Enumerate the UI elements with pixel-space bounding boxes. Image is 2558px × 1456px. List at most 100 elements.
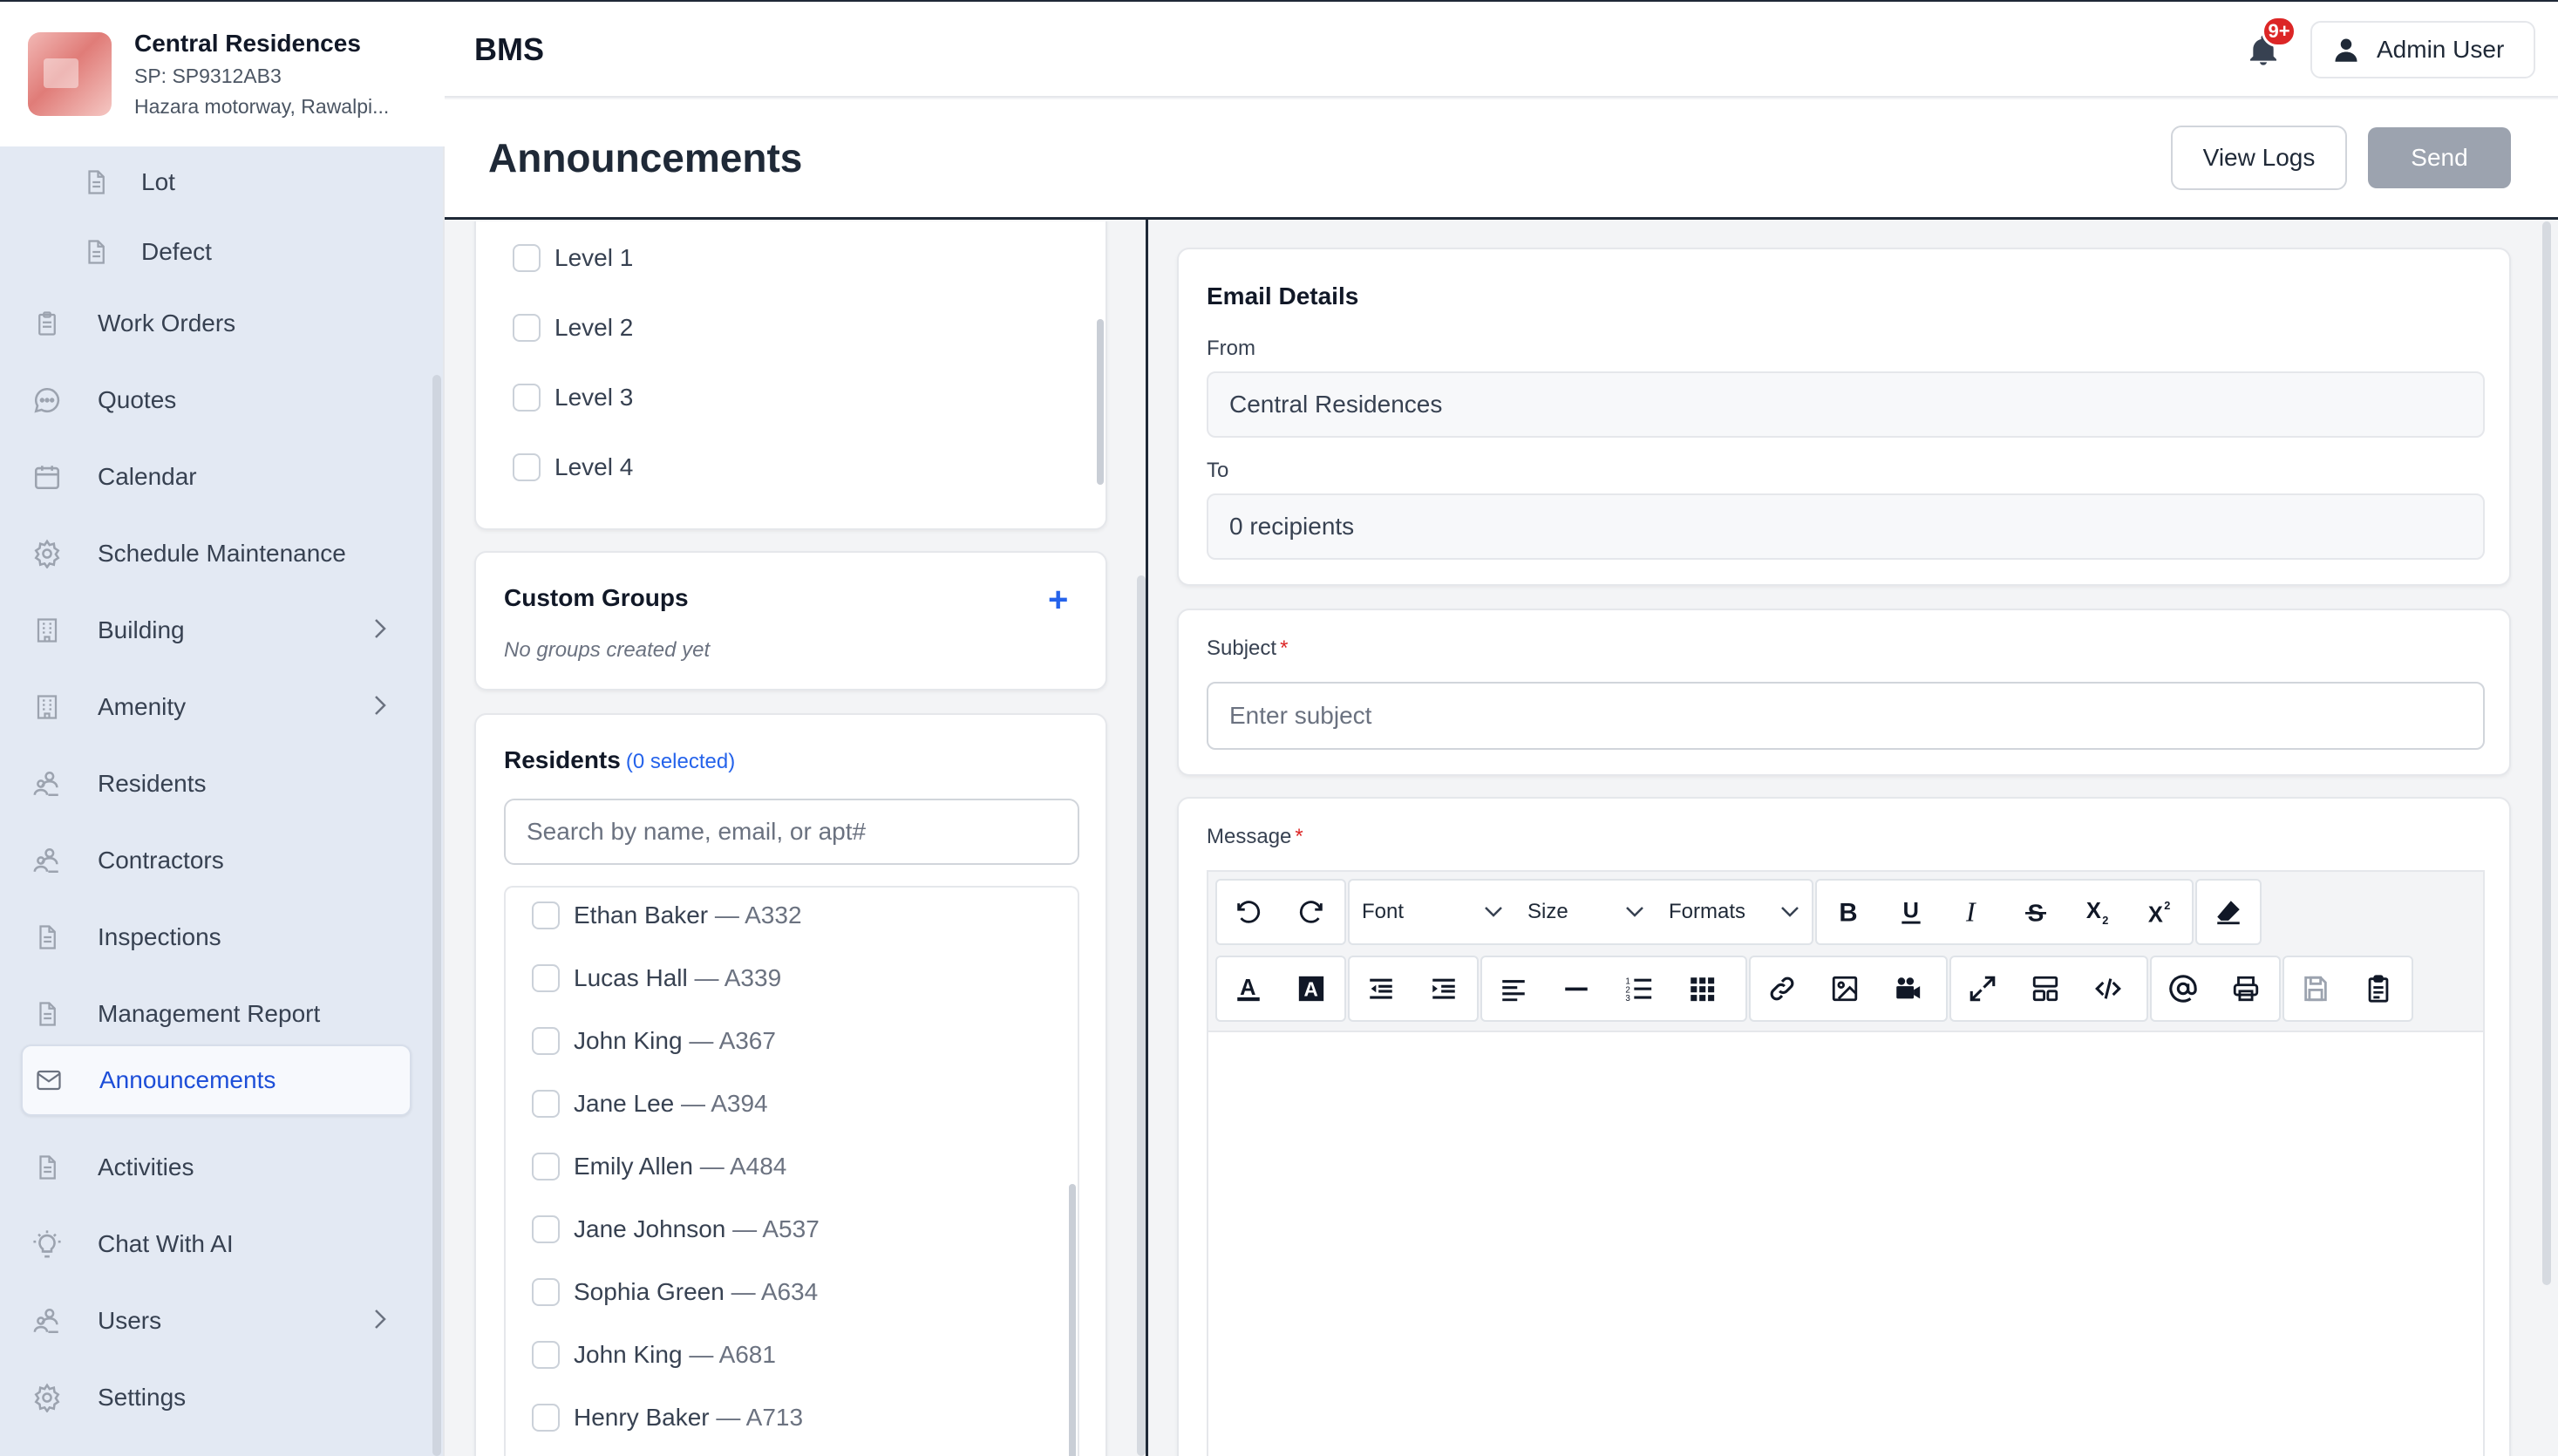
background-color-icon[interactable]: A bbox=[1280, 957, 1343, 1020]
resident-list-item[interactable]: John King — A681 bbox=[532, 1337, 776, 1372]
level-checkbox-row[interactable]: Level 1 bbox=[513, 241, 633, 276]
underline-icon[interactable]: U bbox=[1880, 881, 1942, 943]
bold-icon[interactable]: B bbox=[1817, 881, 1880, 943]
chevron-right-icon bbox=[373, 1307, 387, 1331]
user-menu-button[interactable]: Admin User bbox=[2310, 21, 2535, 78]
sidebar-scrollbar[interactable] bbox=[432, 375, 441, 1456]
subject-card: Subject * bbox=[1177, 609, 2511, 776]
sidebar-item-chat-with-ai[interactable]: Chat With AI bbox=[21, 1208, 412, 1280]
right-column-scrollbar[interactable] bbox=[2542, 221, 2551, 1285]
resident-list-item[interactable]: John King — A367 bbox=[532, 1024, 776, 1058]
svg-text:X: X bbox=[2085, 899, 2100, 923]
sidebar-item-users[interactable]: Users bbox=[21, 1285, 412, 1357]
message-body-editor[interactable] bbox=[1208, 1034, 2483, 1456]
size-select[interactable]: Size bbox=[1515, 881, 1657, 943]
redo-icon[interactable] bbox=[1280, 881, 1343, 943]
image-icon[interactable] bbox=[1813, 957, 1876, 1020]
subject-input[interactable] bbox=[1207, 682, 2485, 750]
level-checkbox[interactable] bbox=[513, 384, 541, 412]
sidebar-item-building[interactable]: Building bbox=[21, 595, 412, 666]
view-logs-button[interactable]: View Logs bbox=[2171, 126, 2347, 190]
resident-list-item[interactable]: Sophia Green — A634 bbox=[532, 1275, 818, 1310]
property-card[interactable]: Central Residences SP: SP9312AB3 Hazara … bbox=[0, 0, 445, 146]
resident-checkbox[interactable] bbox=[532, 901, 560, 929]
send-button[interactable]: Send bbox=[2368, 127, 2511, 188]
resident-list-scrollbar[interactable] bbox=[1069, 1184, 1076, 1456]
resident-checkbox[interactable] bbox=[532, 1278, 560, 1306]
sidebar: Central Residences SP: SP9312AB3 Hazara … bbox=[0, 0, 445, 1456]
level-checkbox[interactable] bbox=[513, 314, 541, 342]
resident-name: Sophia Green bbox=[574, 1278, 725, 1305]
gear-icon bbox=[30, 536, 65, 571]
resident-list-item[interactable]: Henry Baker — A713 bbox=[532, 1400, 803, 1435]
video-icon[interactable] bbox=[1876, 957, 1939, 1020]
link-icon[interactable] bbox=[1751, 957, 1813, 1020]
formats-select[interactable]: Formats bbox=[1657, 881, 1812, 943]
sidebar-item-schedule-maintenance[interactable]: Schedule Maintenance bbox=[21, 518, 412, 589]
people-icon bbox=[30, 1303, 65, 1338]
sidebar-item-defect[interactable]: Defect bbox=[70, 216, 412, 288]
add-group-plus-icon[interactable]: + bbox=[1048, 582, 1068, 617]
resident-list-item[interactable]: Lucas Hall — A339 bbox=[532, 961, 781, 996]
subject-label: Subject * bbox=[1207, 636, 1288, 661]
align-left-icon[interactable] bbox=[1482, 957, 1545, 1020]
font-select[interactable]: Font bbox=[1350, 881, 1515, 943]
sidebar-item-calendar[interactable]: Calendar bbox=[21, 441, 412, 513]
resident-list-item[interactable]: Ethan Baker — A332 bbox=[532, 898, 802, 933]
sidebar-item-label: Inspections bbox=[98, 923, 221, 950]
sidebar-item-activities[interactable]: Activities bbox=[21, 1132, 412, 1203]
horizontal-rule-icon[interactable] bbox=[1545, 957, 1608, 1020]
sidebar-item-work-orders[interactable]: Work Orders bbox=[21, 288, 412, 359]
resident-list-item[interactable]: Jane Johnson — A537 bbox=[532, 1212, 820, 1247]
source-code-icon[interactable] bbox=[2077, 957, 2140, 1020]
sidebar-item-contractors[interactable]: Contractors bbox=[21, 825, 412, 896]
level-checkbox-row[interactable]: Level 4 bbox=[513, 450, 633, 485]
text-color-icon[interactable]: A bbox=[1217, 957, 1280, 1020]
sidebar-item-management-report[interactable]: Management Report bbox=[21, 978, 412, 1050]
resident-list-item[interactable]: Jane Lee — A394 bbox=[532, 1086, 768, 1121]
show-blocks-icon[interactable] bbox=[2014, 957, 2077, 1020]
sidebar-item-label: Defect bbox=[141, 238, 212, 265]
save-icon[interactable] bbox=[2284, 957, 2347, 1020]
left-column-scrollbar[interactable] bbox=[1137, 575, 1146, 1456]
superscript-icon[interactable]: X2 bbox=[2129, 881, 2192, 943]
table-grid-icon[interactable] bbox=[1670, 957, 1733, 1020]
resident-search-input[interactable] bbox=[504, 799, 1079, 865]
resident-checkbox[interactable] bbox=[532, 1341, 560, 1369]
sidebar-item-settings[interactable]: Settings bbox=[21, 1362, 412, 1433]
level-checkbox-row[interactable]: Level 3 bbox=[513, 380, 633, 415]
eraser-icon[interactable] bbox=[2197, 881, 2260, 943]
undo-icon[interactable] bbox=[1217, 881, 1280, 943]
sidebar-item-announcements[interactable]: Announcements bbox=[21, 1044, 412, 1116]
resident-list-item[interactable]: Emily Allen — A484 bbox=[532, 1149, 786, 1184]
message-card: Message * Font Size Formats B U I S X 2 … bbox=[1177, 797, 2511, 1456]
resident-apartment: — A394 bbox=[681, 1090, 768, 1117]
ordered-list-icon[interactable]: 123 bbox=[1608, 957, 1670, 1020]
resident-checkbox[interactable] bbox=[532, 1215, 560, 1243]
level-checkbox[interactable] bbox=[513, 453, 541, 481]
subscript-icon[interactable]: X2 bbox=[2067, 881, 2130, 943]
mention-icon[interactable] bbox=[2152, 957, 2214, 1020]
italic-icon[interactable]: I bbox=[1942, 881, 2004, 943]
resident-checkbox[interactable] bbox=[532, 1090, 560, 1118]
resident-label: Lucas Hall — A339 bbox=[574, 964, 781, 992]
sidebar-item-quotes[interactable]: Quotes bbox=[21, 364, 412, 436]
level-checkbox[interactable] bbox=[513, 244, 541, 272]
resident-checkbox[interactable] bbox=[532, 964, 560, 992]
resident-checkbox[interactable] bbox=[532, 1027, 560, 1055]
paste-icon[interactable] bbox=[2347, 957, 2410, 1020]
fullscreen-icon[interactable] bbox=[1951, 957, 2014, 1020]
sidebar-item-inspections[interactable]: Inspections bbox=[21, 901, 412, 973]
strikethrough-icon[interactable]: S bbox=[2004, 881, 2067, 943]
svg-text:I: I bbox=[1965, 897, 1976, 927]
print-icon[interactable] bbox=[2214, 957, 2277, 1020]
sidebar-item-lot[interactable]: Lot bbox=[70, 146, 412, 218]
sidebar-item-amenity[interactable]: Amenity bbox=[21, 671, 412, 743]
levels-scrollbar[interactable] bbox=[1097, 319, 1104, 485]
sidebar-item-residents[interactable]: Residents bbox=[21, 748, 412, 820]
indent-icon[interactable] bbox=[1412, 957, 1475, 1020]
resident-checkbox[interactable] bbox=[532, 1153, 560, 1180]
level-checkbox-row[interactable]: Level 2 bbox=[513, 310, 633, 345]
resident-checkbox[interactable] bbox=[532, 1404, 560, 1432]
outdent-icon[interactable] bbox=[1350, 957, 1412, 1020]
